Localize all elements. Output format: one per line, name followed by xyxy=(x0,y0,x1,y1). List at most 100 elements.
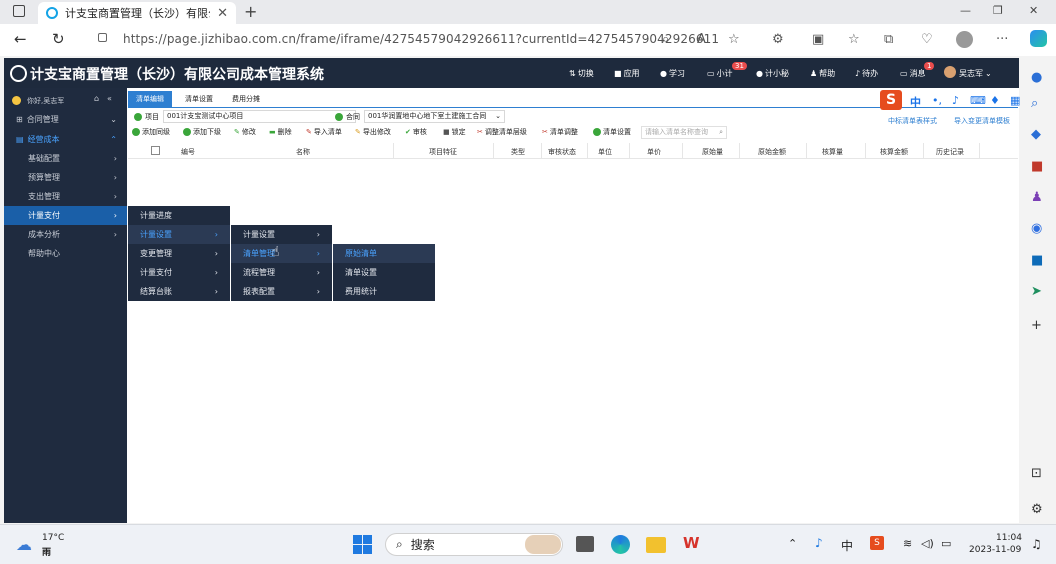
settings-gear-icon[interactable]: ⚙ xyxy=(1031,502,1043,517)
windows-start-icon[interactable] xyxy=(353,535,372,554)
refresh-icon[interactable]: ↻ xyxy=(52,30,65,48)
collapse-icon[interactable]: « xyxy=(107,94,112,103)
chevron-up-icon[interactable]: ⌃ xyxy=(788,537,797,550)
new-tab-button[interactable]: + xyxy=(244,2,257,21)
volume-icon[interactable]: ◁) xyxy=(921,537,934,550)
toolbox-grid-icon[interactable]: ▦ xyxy=(1010,94,1020,107)
task-view-icon[interactable] xyxy=(576,536,594,552)
browser-essentials-icon[interactable]: ♡ xyxy=(921,32,933,47)
sidebar-item-help[interactable]: 帮助中心 xyxy=(4,244,127,263)
menu-item-change-mgmt[interactable]: 变更管理 › xyxy=(128,244,230,263)
edit-button[interactable]: ✎ 修改 xyxy=(234,127,256,137)
file-explorer-icon[interactable] xyxy=(646,537,666,553)
import-list-button[interactable]: ✎ 导入清单 xyxy=(306,127,342,137)
screenshot-icon[interactable]: ⊡ xyxy=(1031,466,1042,481)
sidebar-item-expenditure[interactable]: 支出管理 › xyxy=(4,187,127,206)
clock-time[interactable]: 11:04 xyxy=(996,533,1022,543)
user-avatar[interactable] xyxy=(944,66,956,78)
sidebar-item-cost-analysis[interactable]: 成本分析 › xyxy=(4,225,127,244)
url-field[interactable]: https://page.jizhibao.com.cn/frame/ifram… xyxy=(123,32,719,46)
send-icon[interactable]: ➤ xyxy=(1031,284,1042,299)
tab-actions-icon[interactable] xyxy=(13,5,25,17)
todo-button[interactable]: ♪ 待办 xyxy=(855,68,878,79)
list-settings-button[interactable]: 清单设置 xyxy=(593,127,631,137)
weather-cloud-icon[interactable]: ☁ xyxy=(16,535,32,554)
tag-icon[interactable]: ◆ xyxy=(1031,127,1041,142)
microphone-icon[interactable]: ♪ xyxy=(815,536,823,550)
search-input[interactable]: 请输入清单名称查询 ⌕ xyxy=(641,126,727,139)
add-sibling-button[interactable]: 添加同级 xyxy=(132,127,170,137)
menu-item-measure-settings[interactable]: 计量设置 › xyxy=(128,225,230,244)
favorites-icon[interactable]: ☆ xyxy=(848,32,860,47)
menu-item-progress[interactable]: 计量进度 xyxy=(128,206,230,225)
close-window-button[interactable]: ✕ xyxy=(1029,4,1038,17)
delete-button[interactable]: ▬ 删除 xyxy=(269,127,292,137)
more-menu-icon[interactable]: ··· xyxy=(996,32,1008,47)
tab-list-edit[interactable]: 清单编辑 xyxy=(128,91,172,107)
skin-icon[interactable]: ♦ xyxy=(990,94,1000,107)
sogou-tray-icon[interactable]: S xyxy=(870,536,884,550)
browser-tab[interactable]: 计支宝商置管理（长沙）有限公 ✕ xyxy=(38,2,236,24)
copilot-icon[interactable] xyxy=(1030,30,1047,47)
import-change-template-link[interactable]: 导入变更清单模板 xyxy=(954,116,1010,126)
wps-icon[interactable]: W xyxy=(683,534,700,552)
read-aloud-icon[interactable]: A xyxy=(697,32,706,47)
contract-select[interactable]: 001华润置地中心地下室土建施工合同 ⌄ xyxy=(364,110,505,123)
select-all-checkbox[interactable] xyxy=(151,146,160,155)
apps-button[interactable]: ■ 应用 xyxy=(614,68,640,79)
menu-item-measure-config[interactable]: 计量设置 › xyxy=(231,225,332,244)
bid-list-style-link[interactable]: 中标清单表样式 xyxy=(888,116,937,126)
list-adjust-button[interactable]: ✂ 清单调整 xyxy=(542,127,578,137)
add-child-button[interactable]: 添加下级 xyxy=(183,127,221,137)
outlook-icon[interactable]: ■ xyxy=(1031,253,1043,268)
menu-item-list-mgmt[interactable]: 清单管理 › xyxy=(231,244,332,263)
office-icon[interactable]: ◉ xyxy=(1031,221,1042,236)
sidebar-item-budget[interactable]: 预算管理 › xyxy=(4,168,127,187)
ime-chinese-icon[interactable]: 中 xyxy=(910,94,921,110)
user-menu[interactable]: 吴志军 ⌄ xyxy=(959,68,992,79)
favorite-star-icon[interactable]: ☆ xyxy=(728,32,740,47)
sidebar-item-payment[interactable]: 计量支付 › xyxy=(4,206,127,225)
review-button[interactable]: ✔ 审核 xyxy=(405,127,427,137)
edge-icon[interactable] xyxy=(611,535,630,554)
profile-avatar[interactable] xyxy=(956,31,973,48)
sidebar-item-contract[interactable]: ⊞ 合同管理 ⌄ xyxy=(4,110,127,129)
collections-icon[interactable]: ⧉ xyxy=(884,32,893,47)
maximize-button[interactable]: ❐ xyxy=(993,4,1003,17)
split-screen-icon[interactable]: ▣ xyxy=(812,32,824,47)
keyboard-icon[interactable]: ⌨ xyxy=(970,94,986,107)
tab-list-settings[interactable]: 清单设置 xyxy=(177,91,221,107)
jixiaomi-button[interactable]: ● 计小秘 xyxy=(756,68,789,79)
add-sidebar-app-icon[interactable]: + xyxy=(1031,318,1042,333)
switch-button[interactable]: ⇅ 切换 xyxy=(569,68,594,79)
zoom-icon[interactable]: ⌕ xyxy=(662,32,669,47)
menu-item-report-config[interactable]: 报表配置 › xyxy=(231,282,332,301)
adjust-level-button[interactable]: ✂ 调整清单层级 xyxy=(477,127,527,137)
sogou-logo-icon[interactable]: S xyxy=(880,90,902,110)
messages-button[interactable]: ▭ 消息 xyxy=(900,68,926,79)
games-icon[interactable]: ♟ xyxy=(1031,190,1043,205)
lock-icon[interactable] xyxy=(98,33,107,42)
microphone-icon[interactable]: ♪ xyxy=(952,94,959,107)
help-button[interactable]: ♟ 帮助 xyxy=(810,68,835,79)
xiaoji-button[interactable]: ▭ 小计 xyxy=(707,68,733,79)
back-icon[interactable]: ← xyxy=(14,30,27,48)
menu-item-cost-stats[interactable]: 费用统计 xyxy=(333,282,435,301)
tab-cost-allocation[interactable]: 费用分摊 xyxy=(224,91,268,107)
menu-item-list-config[interactable]: 清单设置 xyxy=(333,263,435,282)
learn-button[interactable]: ● 学习 xyxy=(660,68,685,79)
export-edit-button[interactable]: ✎ 导出修改 xyxy=(355,127,391,137)
minimize-button[interactable]: — xyxy=(960,4,971,17)
sidebar-dot-icon[interactable]: ● xyxy=(1031,70,1042,85)
toolbox-icon[interactable]: ■ xyxy=(1031,159,1043,174)
menu-item-process-mgmt[interactable]: 流程管理 › xyxy=(231,263,332,282)
sidebar-item-operating-cost[interactable]: ▤ 经营成本 ⌃ xyxy=(4,130,127,149)
tab-close-icon[interactable]: ✕ xyxy=(217,6,228,21)
punctuation-icon[interactable]: •, xyxy=(932,94,942,107)
menu-item-original-list[interactable]: 原始清单 xyxy=(333,244,435,263)
ime-indicator[interactable]: 中 xyxy=(841,537,853,554)
search-icon[interactable]: ⌕ xyxy=(1031,96,1038,111)
project-select[interactable]: 001计支宝测试中心项目 ⌄ xyxy=(163,110,356,123)
sidebar-item-basic-config[interactable]: 基础配置 › xyxy=(4,149,127,168)
battery-icon[interactable]: ▭ xyxy=(941,537,951,550)
